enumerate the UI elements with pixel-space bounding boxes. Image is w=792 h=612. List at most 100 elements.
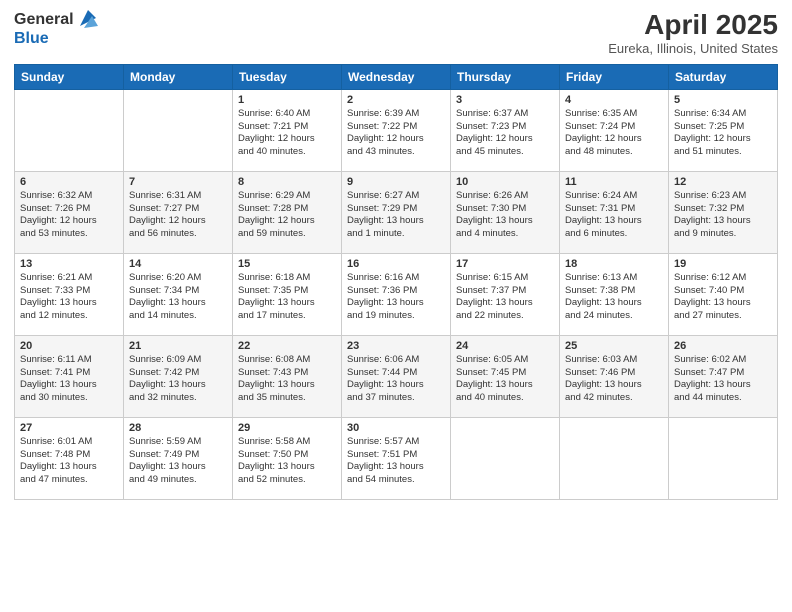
cell-info: Sunrise: 6:27 AM Sunset: 7:29 PM Dayligh… <box>347 190 445 241</box>
cell-info: Sunrise: 6:37 AM Sunset: 7:23 PM Dayligh… <box>456 108 554 159</box>
cell-info: Sunrise: 6:01 AM Sunset: 7:48 PM Dayligh… <box>20 436 118 487</box>
cell-day-number: 6 <box>20 176 118 188</box>
calendar-cell: 24 Sunrise: 6:05 AM Sunset: 7:45 PM Dayli… <box>451 335 560 417</box>
calendar-cell: 10 Sunrise: 6:26 AM Sunset: 7:30 PM Dayli… <box>451 171 560 253</box>
cell-day-number: 17 <box>456 258 554 270</box>
cell-info: Sunrise: 6:02 AM Sunset: 7:47 PM Dayligh… <box>674 354 772 405</box>
calendar-cell: 7 Sunrise: 6:31 AM Sunset: 7:27 PM Daylig… <box>124 171 233 253</box>
weekday-header-sunday: Sunday <box>15 64 124 89</box>
calendar-cell: 6Sunrise: 6:32 AM Sunset: 7:26 PM Daylig… <box>15 171 124 253</box>
calendar-cell <box>560 417 669 499</box>
cell-day-number: 19 <box>674 258 772 270</box>
cell-day-number: 11 <box>565 176 663 188</box>
cell-day-number: 9 <box>347 176 445 188</box>
cell-info: Sunrise: 6:05 AM Sunset: 7:45 PM Dayligh… <box>456 354 554 405</box>
cell-day-number: 29 <box>238 422 336 434</box>
cell-day-number: 30 <box>347 422 445 434</box>
cell-info: Sunrise: 6:20 AM Sunset: 7:34 PM Dayligh… <box>129 272 227 323</box>
main-title: April 2025 <box>608 10 778 41</box>
calendar-cell: 30Sunrise: 5:57 AM Sunset: 7:51 PM Dayli… <box>342 417 451 499</box>
calendar-cell: 22 Sunrise: 6:08 AM Sunset: 7:43 PM Dayli… <box>233 335 342 417</box>
cell-info: Sunrise: 6:08 AM Sunset: 7:43 PM Dayligh… <box>238 354 336 405</box>
cell-day-number: 1 <box>238 94 336 106</box>
cell-info: Sunrise: 6:24 AM Sunset: 7:31 PM Dayligh… <box>565 190 663 241</box>
calendar-cell: 14 Sunrise: 6:20 AM Sunset: 7:34 PM Dayli… <box>124 253 233 335</box>
calendar-cell: 16 Sunrise: 6:16 AM Sunset: 7:36 PM Dayli… <box>342 253 451 335</box>
cell-info: Sunrise: 6:40 AM Sunset: 7:21 PM Dayligh… <box>238 108 336 159</box>
logo-blue: Blue <box>14 30 98 48</box>
week-row-3: 13Sunrise: 6:21 AM Sunset: 7:33 PM Dayli… <box>15 253 778 335</box>
cell-info: Sunrise: 6:03 AM Sunset: 7:46 PM Dayligh… <box>565 354 663 405</box>
cell-info: Sunrise: 6:26 AM Sunset: 7:30 PM Dayligh… <box>456 190 554 241</box>
calendar-cell: 3Sunrise: 6:37 AM Sunset: 7:23 PM Daylig… <box>451 89 560 171</box>
cell-day-number: 8 <box>238 176 336 188</box>
cell-info: Sunrise: 6:18 AM Sunset: 7:35 PM Dayligh… <box>238 272 336 323</box>
logo-general: General <box>14 11 74 29</box>
week-row-4: 20 Sunrise: 6:11 AM Sunset: 7:41 PM Dayli… <box>15 335 778 417</box>
cell-info: Sunrise: 6:35 AM Sunset: 7:24 PM Dayligh… <box>565 108 663 159</box>
cell-day-number: 27 <box>20 422 118 434</box>
cell-info: Sunrise: 6:12 AM Sunset: 7:40 PM Dayligh… <box>674 272 772 323</box>
week-row-1: 1 Sunrise: 6:40 AM Sunset: 7:21 PM Daylig… <box>15 89 778 171</box>
calendar-cell: 19 Sunrise: 6:12 AM Sunset: 7:40 PM Dayli… <box>669 253 778 335</box>
cell-day-number: 2 <box>347 94 445 106</box>
cell-info: Sunrise: 6:15 AM Sunset: 7:37 PM Dayligh… <box>456 272 554 323</box>
calendar-cell: 20 Sunrise: 6:11 AM Sunset: 7:41 PM Dayli… <box>15 335 124 417</box>
calendar-cell: 27 Sunrise: 6:01 AM Sunset: 7:48 PM Dayli… <box>15 417 124 499</box>
cell-info: Sunrise: 6:16 AM Sunset: 7:36 PM Dayligh… <box>347 272 445 323</box>
calendar-cell: 12Sunrise: 6:23 AM Sunset: 7:32 PM Dayli… <box>669 171 778 253</box>
logo: General Blue <box>14 10 98 48</box>
weekday-header-saturday: Saturday <box>669 64 778 89</box>
calendar-cell <box>15 89 124 171</box>
cell-day-number: 16 <box>347 258 445 270</box>
calendar-cell: 23 Sunrise: 6:06 AM Sunset: 7:44 PM Dayli… <box>342 335 451 417</box>
calendar: SundayMondayTuesdayWednesdayThursdayFrid… <box>14 64 778 500</box>
calendar-cell: 28 Sunrise: 5:59 AM Sunset: 7:49 PM Dayli… <box>124 417 233 499</box>
cell-info: Sunrise: 5:59 AM Sunset: 7:49 PM Dayligh… <box>129 436 227 487</box>
cell-day-number: 12 <box>674 176 772 188</box>
cell-day-number: 10 <box>456 176 554 188</box>
cell-day-number: 22 <box>238 340 336 352</box>
weekday-header-wednesday: Wednesday <box>342 64 451 89</box>
cell-day-number: 4 <box>565 94 663 106</box>
cell-info: Sunrise: 6:11 AM Sunset: 7:41 PM Dayligh… <box>20 354 118 405</box>
calendar-cell: 8 Sunrise: 6:29 AM Sunset: 7:28 PM Daylig… <box>233 171 342 253</box>
title-block: April 2025 Eureka, Illinois, United Stat… <box>608 10 778 56</box>
cell-info: Sunrise: 6:29 AM Sunset: 7:28 PM Dayligh… <box>238 190 336 241</box>
weekday-header-tuesday: Tuesday <box>233 64 342 89</box>
calendar-cell <box>124 89 233 171</box>
weekday-header-monday: Monday <box>124 64 233 89</box>
header: General Blue April 2025 Eureka, Illinois… <box>14 10 778 56</box>
subtitle: Eureka, Illinois, United States <box>608 41 778 56</box>
calendar-cell: 18Sunrise: 6:13 AM Sunset: 7:38 PM Dayli… <box>560 253 669 335</box>
cell-info: Sunrise: 5:58 AM Sunset: 7:50 PM Dayligh… <box>238 436 336 487</box>
cell-day-number: 23 <box>347 340 445 352</box>
calendar-cell: 1 Sunrise: 6:40 AM Sunset: 7:21 PM Daylig… <box>233 89 342 171</box>
cell-info: Sunrise: 6:21 AM Sunset: 7:33 PM Dayligh… <box>20 272 118 323</box>
cell-day-number: 21 <box>129 340 227 352</box>
calendar-cell: 25Sunrise: 6:03 AM Sunset: 7:46 PM Dayli… <box>560 335 669 417</box>
calendar-cell: 4 Sunrise: 6:35 AM Sunset: 7:24 PM Daylig… <box>560 89 669 171</box>
cell-day-number: 28 <box>129 422 227 434</box>
cell-info: Sunrise: 6:06 AM Sunset: 7:44 PM Dayligh… <box>347 354 445 405</box>
cell-day-number: 5 <box>674 94 772 106</box>
cell-day-number: 24 <box>456 340 554 352</box>
week-row-2: 6Sunrise: 6:32 AM Sunset: 7:26 PM Daylig… <box>15 171 778 253</box>
calendar-cell: 2 Sunrise: 6:39 AM Sunset: 7:22 PM Daylig… <box>342 89 451 171</box>
calendar-cell: 17 Sunrise: 6:15 AM Sunset: 7:37 PM Dayli… <box>451 253 560 335</box>
calendar-cell: 21 Sunrise: 6:09 AM Sunset: 7:42 PM Dayli… <box>124 335 233 417</box>
calendar-cell: 11 Sunrise: 6:24 AM Sunset: 7:31 PM Dayli… <box>560 171 669 253</box>
weekday-header-thursday: Thursday <box>451 64 560 89</box>
page: General Blue April 2025 Eureka, Illinois… <box>0 0 792 612</box>
cell-day-number: 14 <box>129 258 227 270</box>
calendar-cell: 26Sunrise: 6:02 AM Sunset: 7:47 PM Dayli… <box>669 335 778 417</box>
cell-info: Sunrise: 6:09 AM Sunset: 7:42 PM Dayligh… <box>129 354 227 405</box>
cell-info: Sunrise: 6:31 AM Sunset: 7:27 PM Dayligh… <box>129 190 227 241</box>
cell-day-number: 7 <box>129 176 227 188</box>
cell-day-number: 20 <box>20 340 118 352</box>
calendar-cell: 5Sunrise: 6:34 AM Sunset: 7:25 PM Daylig… <box>669 89 778 171</box>
cell-info: Sunrise: 6:39 AM Sunset: 7:22 PM Dayligh… <box>347 108 445 159</box>
calendar-cell <box>669 417 778 499</box>
calendar-cell: 13Sunrise: 6:21 AM Sunset: 7:33 PM Dayli… <box>15 253 124 335</box>
calendar-cell <box>451 417 560 499</box>
